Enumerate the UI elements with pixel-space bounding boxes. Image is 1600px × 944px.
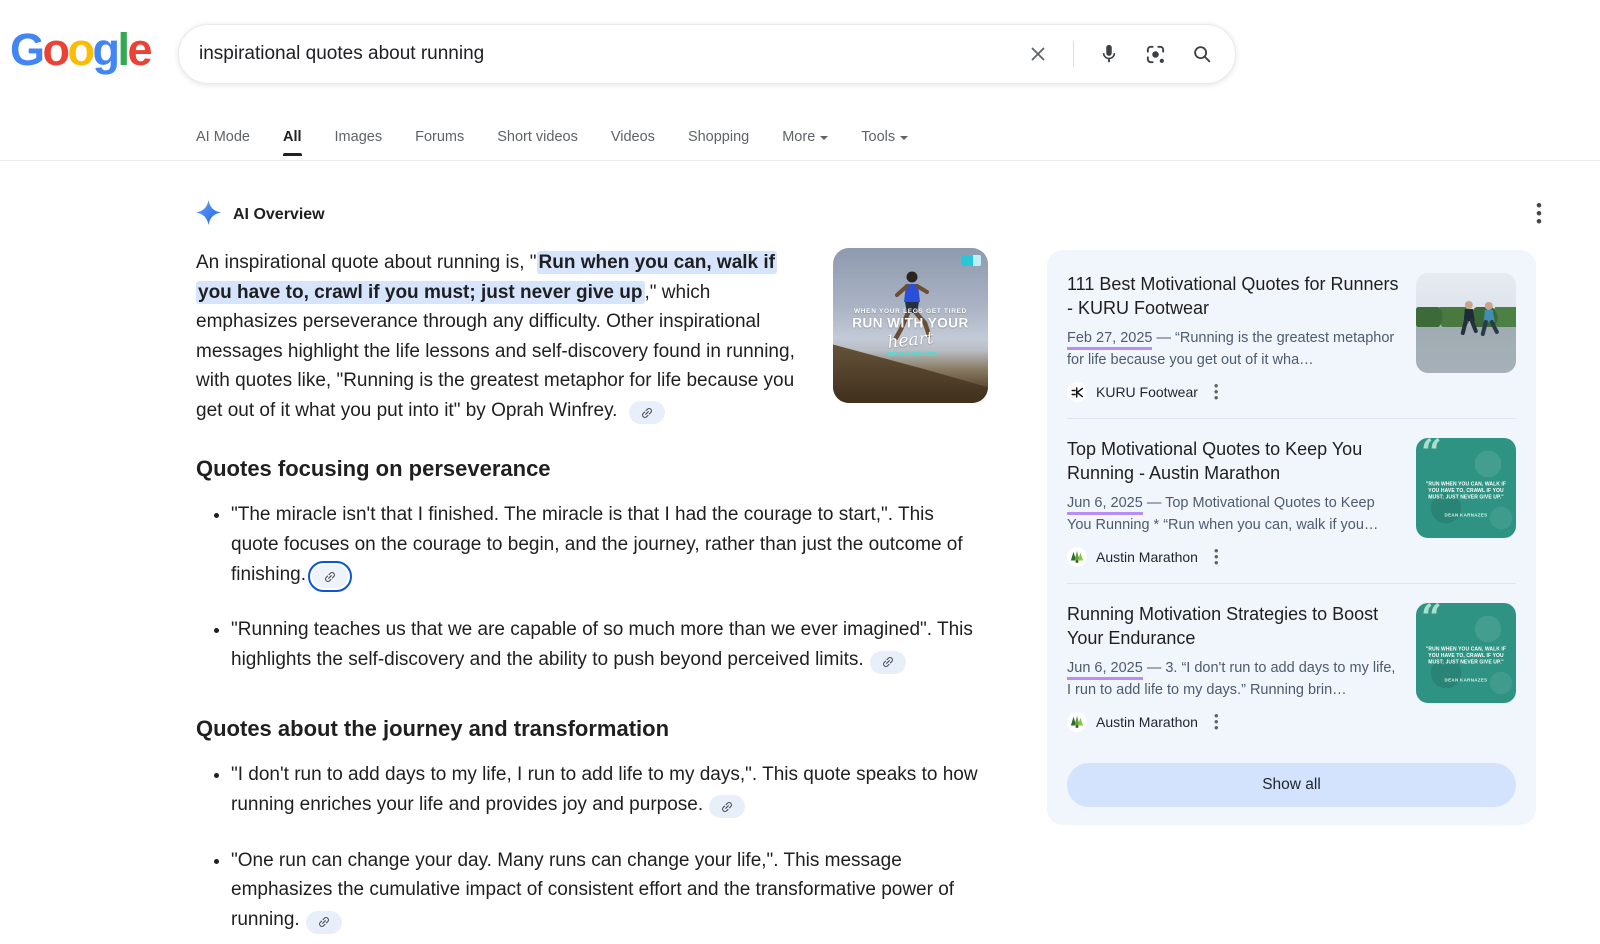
source-card-austin-1[interactable]: Top Motivational Quotes to Keep You Runn… — [1067, 418, 1516, 583]
journey-list: "I don't run to add days to my life, I r… — [196, 760, 978, 944]
source-name: KURU Footwear — [1096, 384, 1198, 400]
nav-divider — [0, 160, 1600, 161]
quote-mark-graphic: “ — [1421, 603, 1439, 639]
mic-icon[interactable] — [1098, 43, 1120, 65]
paragraph-text: An inspirational quote about running is,… — [196, 252, 537, 273]
card-snippet: Jun 6, 2025 — Top Motivational Quotes to… — [1067, 493, 1402, 536]
lens-icon[interactable] — [1144, 43, 1167, 66]
tab-shopping[interactable]: Shopping — [688, 129, 749, 145]
tab-images[interactable]: Images — [335, 129, 383, 145]
citation-link-chip[interactable] — [709, 795, 745, 818]
search-bar[interactable] — [178, 24, 1236, 84]
tab-short-videos[interactable]: Short videos — [497, 129, 578, 145]
card-date: Jun 6, 2025 — [1067, 495, 1143, 515]
card-date: Feb 27, 2025 — [1067, 330, 1152, 350]
list-item: "I don't run to add days to my life, I r… — [231, 760, 978, 820]
logo-letter: l — [118, 24, 128, 75]
logo-letter: G — [10, 24, 43, 75]
tab-all[interactable]: All — [283, 129, 302, 145]
quote-thumb-author: DEAN KARNAZES — [1416, 677, 1516, 684]
logo-letter: o — [43, 24, 68, 75]
card-overflow-icon[interactable]: ••• — [1214, 383, 1219, 401]
card-title[interactable]: 111 Best Motivational Quotes for Runners… — [1067, 273, 1402, 320]
tab-forums[interactable]: Forums — [415, 129, 464, 145]
image-source-badge — [961, 255, 981, 266]
list-item: "Running teaches us that we are capable … — [231, 615, 978, 675]
card-thumbnail-quote-graphic[interactable]: “ "RUN WHEN YOU CAN, WALK IF YOU HAVE TO… — [1416, 438, 1516, 538]
citation-link-chip[interactable] — [306, 911, 342, 934]
search-icon[interactable] — [1191, 43, 1213, 65]
bullet-text: "I don't run to add days to my life, I r… — [231, 764, 978, 815]
card-snippet: Jun 6, 2025 — 3. “I don't run to add day… — [1067, 658, 1402, 701]
austin-marathon-favicon-icon — [1067, 712, 1087, 732]
source-card-austin-2[interactable]: Running Motivation Strategies to Boost Y… — [1067, 583, 1516, 748]
citation-link-chip-focused[interactable] — [312, 565, 348, 588]
search-input[interactable] — [199, 43, 1027, 65]
section-heading-journey: Quotes about the journey and transformat… — [196, 716, 669, 742]
perseverance-list: "The miracle isn't that I finished. The … — [196, 500, 978, 701]
tab-videos[interactable]: Videos — [611, 129, 655, 145]
card-thumbnail-quote-graphic[interactable]: “ "RUN WHEN YOU CAN, WALK IF YOU HAVE TO… — [1416, 603, 1516, 703]
ai-overview-hero-image[interactable]: WHEN YOUR LEGS GET TIRED RUN WITH YOUR h… — [833, 248, 988, 403]
card-date: Jun 6, 2025 — [1067, 660, 1143, 680]
chevron-down-icon — [900, 136, 908, 140]
logo-letter: e — [128, 24, 151, 75]
source-name: Austin Marathon — [1096, 549, 1198, 565]
source-name: Austin Marathon — [1096, 714, 1198, 730]
show-all-button[interactable]: Show all — [1067, 763, 1516, 807]
kuru-favicon-icon — [1067, 382, 1087, 402]
sources-panel: 111 Best Motivational Quotes for Runners… — [1047, 250, 1536, 825]
chevron-down-icon — [820, 136, 828, 140]
card-thumbnail-runners-photo[interactable] — [1416, 273, 1516, 373]
quote-thumb-text: "RUN WHEN YOU CAN, WALK IF YOU HAVE TO, … — [1416, 646, 1516, 666]
google-search-results-page: Google AI Mode All — [0, 0, 1600, 944]
austin-marathon-favicon-icon — [1067, 547, 1087, 567]
results-nav: AI Mode All Images Forums Short videos V… — [196, 120, 908, 154]
list-item: "The miracle isn't that I finished. The … — [231, 500, 978, 589]
card-overflow-icon[interactable]: ••• — [1214, 548, 1219, 566]
runners-graphic — [1457, 299, 1503, 347]
card-snippet: Feb 27, 2025 — “Running is the greatest … — [1067, 328, 1402, 371]
ai-overview-paragraph: An inspirational quote about running is,… — [196, 248, 810, 426]
card-overflow-icon[interactable]: ••• — [1214, 713, 1219, 731]
ai-overview-title: AI Overview — [233, 206, 325, 224]
ai-overview-summary-row: An inspirational quote about running is,… — [196, 248, 988, 426]
search-bar-divider — [1073, 41, 1074, 67]
quote-thumb-text: "RUN WHEN YOU CAN, WALK IF YOU HAVE TO, … — [1416, 481, 1516, 501]
card-title[interactable]: Running Motivation Strategies to Boost Y… — [1067, 603, 1402, 650]
citation-link-chip[interactable] — [870, 651, 906, 674]
card-title[interactable]: Top Motivational Quotes to Keep You Runn… — [1067, 438, 1402, 485]
logo-letter: o — [68, 24, 93, 75]
logo-letter: g — [93, 24, 118, 75]
hero-overlay-text: WHEN YOUR LEGS GET TIRED RUN WITH YOUR h… — [833, 307, 988, 358]
google-logo[interactable]: Google — [10, 24, 150, 76]
source-card-kuru[interactable]: 111 Best Motivational Quotes for Runners… — [1067, 254, 1516, 418]
bullet-text: "Running teaches us that we are capable … — [231, 619, 973, 670]
ai-sparkle-icon — [196, 200, 221, 230]
quote-thumb-author: DEAN KARNAZES — [1416, 512, 1516, 519]
tab-more[interactable]: More — [782, 129, 828, 145]
section-heading-perseverance: Quotes focusing on perseverance — [196, 456, 551, 482]
clear-icon[interactable] — [1027, 43, 1049, 65]
quote-mark-graphic: “ — [1421, 438, 1439, 474]
ai-overview-header: AI Overview — [196, 200, 325, 230]
tab-tools[interactable]: Tools — [861, 129, 908, 145]
citation-link-chip[interactable] — [629, 401, 665, 424]
ai-overview-overflow-icon[interactable]: ••• — [1536, 202, 1542, 226]
tab-ai-mode[interactable]: AI Mode — [196, 129, 250, 145]
list-item: "One run can change your day. Many runs … — [231, 846, 978, 935]
